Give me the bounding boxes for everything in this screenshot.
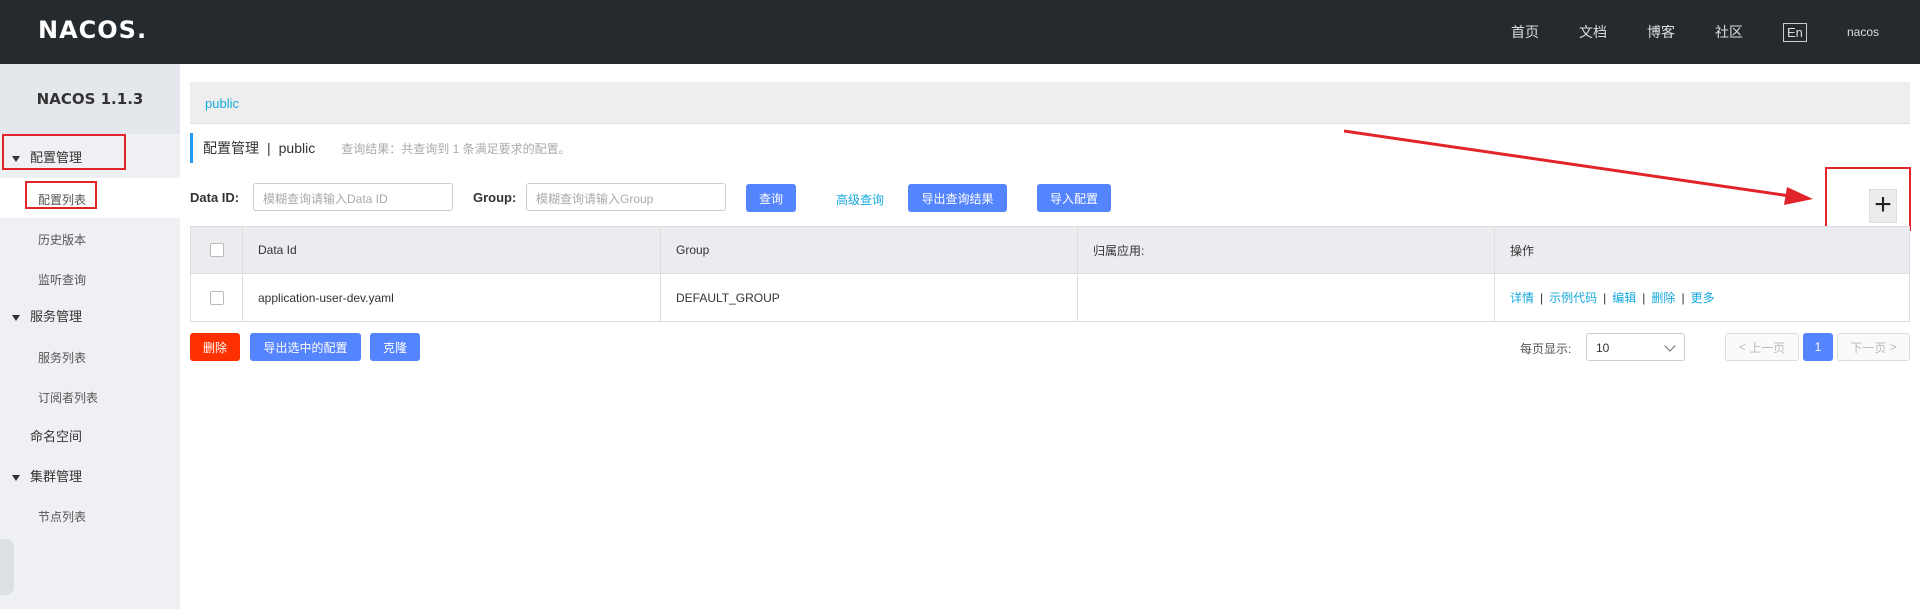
- row-checkbox[interactable]: [209, 290, 224, 305]
- title-separator: |: [267, 140, 271, 156]
- chevron-right-icon: >: [1886, 340, 1897, 354]
- group-label: Group:: [473, 190, 517, 205]
- add-config-button[interactable]: +: [1869, 189, 1897, 223]
- clone-button[interactable]: 克隆: [370, 333, 420, 361]
- namespace-link-public[interactable]: public: [205, 96, 239, 111]
- chevron-down-icon: [1664, 340, 1676, 352]
- dataid-search-input[interactable]: 模糊查询请输入Data ID: [253, 183, 453, 211]
- prev-page-button[interactable]: < 上一页: [1725, 333, 1799, 361]
- op-delete-link[interactable]: 删除: [1651, 289, 1675, 306]
- export-selected-button[interactable]: 导出选中的配置: [250, 333, 361, 361]
- namespace-bar: public: [190, 82, 1910, 124]
- select-all-checkbox[interactable]: [209, 243, 224, 257]
- header-data-id: Data Id: [243, 227, 661, 273]
- delete-selected-button[interactable]: 删除: [190, 333, 240, 361]
- cell-app: [1078, 274, 1495, 321]
- page-1-button[interactable]: 1: [1803, 333, 1833, 361]
- next-page-button[interactable]: 下一页 >: [1837, 333, 1910, 361]
- op-sample-code-link[interactable]: 示例代码: [1549, 289, 1597, 306]
- config-table: Data Id Group 归属应用: 操作 application-user-…: [190, 226, 1910, 322]
- page-size-value: 10: [1596, 341, 1610, 355]
- page-namespace: public: [278, 140, 316, 156]
- query-button[interactable]: 查询: [746, 184, 796, 212]
- group-search-input[interactable]: 模糊查询请输入Group: [526, 183, 726, 211]
- cell-group: DEFAULT_GROUP: [661, 274, 1078, 321]
- header-group: Group: [661, 227, 1078, 273]
- header-operations: 操作: [1510, 243, 1535, 258]
- dataid-label: Data ID:: [190, 190, 240, 205]
- op-edit-link[interactable]: 编辑: [1612, 289, 1636, 306]
- cell-data-id: application-user-dev.yaml: [243, 274, 661, 321]
- op-details-link[interactable]: 详情: [1510, 289, 1534, 306]
- page-heading: 配置管理 | public 查询结果：共查询到 1 条满足要求的配置。: [190, 133, 571, 163]
- export-query-results-button[interactable]: 导出查询结果: [908, 184, 1007, 212]
- chevron-left-icon: <: [1738, 340, 1750, 354]
- page-title: 配置管理: [203, 140, 259, 156]
- advanced-query-link[interactable]: 高级查询: [836, 191, 884, 208]
- page-size-select[interactable]: 10: [1586, 333, 1685, 361]
- header-app: 归属应用:: [1078, 227, 1495, 273]
- op-more-link[interactable]: 更多: [1691, 289, 1715, 306]
- row-select-cell: [191, 274, 243, 321]
- table-header: Data Id Group 归属应用: 操作: [190, 226, 1910, 274]
- header-select-cell: [191, 227, 243, 273]
- import-config-button[interactable]: 导入配置: [1037, 184, 1111, 212]
- page-size-label: 每页显示:: [1520, 342, 1572, 356]
- cell-operations: 详情 | 示例代码 | 编辑 | 删除 | 更多: [1510, 289, 1715, 306]
- table-row: application-user-dev.yaml DEFAULT_GROUP …: [190, 274, 1910, 322]
- query-result-hint: 查询结果：共查询到 1 条满足要求的配置。: [341, 141, 571, 156]
